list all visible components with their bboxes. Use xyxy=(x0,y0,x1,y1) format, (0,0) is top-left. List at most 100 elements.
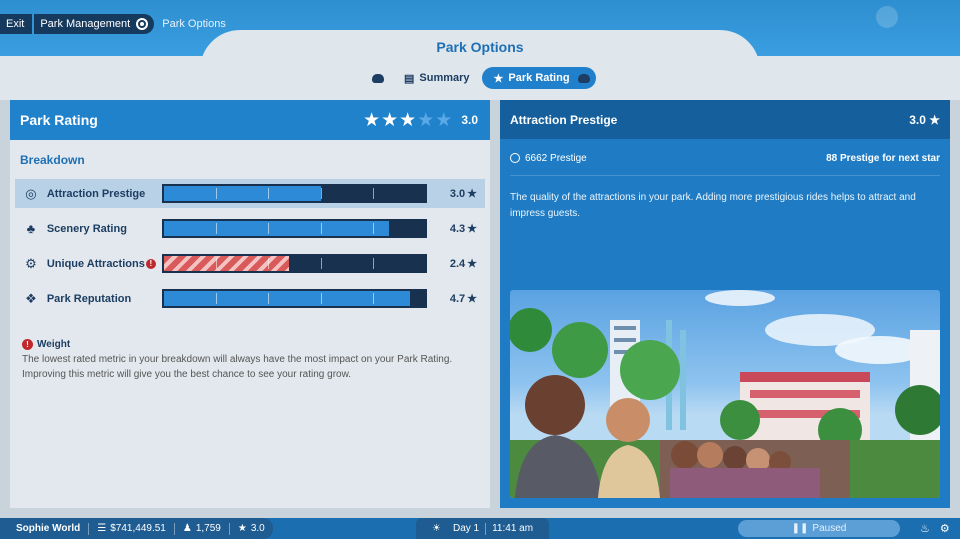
star-icon: ★ xyxy=(467,223,477,235)
warning-icon: ! xyxy=(22,339,33,350)
metric-progress-bar xyxy=(161,254,428,273)
metric-value: 2.4 ★ xyxy=(443,257,477,270)
park-preview-image xyxy=(510,290,940,498)
detail-value: 3.0 ★ xyxy=(909,113,940,127)
metric-label: Scenery Rating xyxy=(47,223,162,235)
metric-label: Park Reputation xyxy=(47,293,162,305)
metric-list: ◎ Attraction Prestige 3.0 ★ ♣ Scenery Rating 4… xyxy=(10,179,490,313)
progress-tick xyxy=(320,293,322,304)
controller-button-icon xyxy=(136,18,149,30)
park-rating-title: Park Rating xyxy=(20,112,98,128)
metric-progress-bar xyxy=(161,289,428,308)
park-management-label: Park Management xyxy=(40,18,131,30)
metric-label-text: Park Reputation xyxy=(46,292,132,305)
star-icon: ★ xyxy=(467,188,477,200)
star-filled-icon: ★ xyxy=(399,109,417,131)
star-icon: ★ xyxy=(237,523,247,534)
park-management-link[interactable]: Park Management xyxy=(34,14,155,34)
divider xyxy=(485,522,487,535)
metric-value: 4.3 ★ xyxy=(443,222,477,235)
metric-progress-fill xyxy=(163,221,389,236)
clipboard-icon: ▤ xyxy=(404,72,415,85)
pause-toggle[interactable]: ❚❚ Paused xyxy=(738,520,900,537)
time-display: ☀ Day 1 11:41 am xyxy=(416,518,550,539)
right-bumper-icon xyxy=(577,73,590,83)
metric-row[interactable]: ❖ Park Reputation 4.7 ★ xyxy=(15,284,485,313)
park-name: Sophie World xyxy=(16,523,81,534)
star-icon: ★ xyxy=(467,258,477,270)
page-title: Park Options xyxy=(436,39,524,55)
star-filled-icon: ★ xyxy=(363,109,381,131)
weight-text-2: Improving this metric will give you the … xyxy=(22,369,352,380)
park-scene-illustration xyxy=(510,290,940,498)
guests-icon: ♟ xyxy=(182,523,192,534)
weight-text-1: The lowest rated metric in your breakdow… xyxy=(22,354,453,365)
divider xyxy=(88,522,90,535)
metric-label-text: Attraction Prestige xyxy=(46,187,146,200)
progress-tick xyxy=(320,258,322,269)
rating-value: 3.0 xyxy=(250,523,265,534)
tab-summary[interactable]: ▤ Summary xyxy=(392,67,482,89)
metric-label-text: Scenery Rating xyxy=(46,222,127,235)
tree-icon: ♣ xyxy=(26,221,36,236)
pause-icon: ❚❚ xyxy=(791,523,809,534)
park-options-crumb: Park Options xyxy=(162,18,226,30)
tab-summary-label: Summary xyxy=(419,72,470,84)
metric-row[interactable]: ♣ Scenery Rating 4.3 ★ xyxy=(15,214,485,243)
progress-tick xyxy=(373,258,374,269)
money-value: $741,449.51 xyxy=(110,523,166,534)
metric-row[interactable]: ⚙ Unique Attractions! 2.4 ★ xyxy=(15,249,485,278)
metric-row[interactable]: ◎ Attraction Prestige 3.0 ★ xyxy=(15,179,485,208)
progress-tick xyxy=(268,293,270,304)
progress-tick xyxy=(373,188,374,199)
metric-progress-fill xyxy=(163,186,321,201)
thermometer-icon[interactable]: ♨ xyxy=(920,522,930,535)
progress-tick xyxy=(373,223,374,234)
metric-progress-bar xyxy=(161,184,428,203)
progress-tick xyxy=(216,293,218,304)
breakdown-title: Breakdown xyxy=(20,153,85,167)
breadcrumb: Exit Park Management Park Options xyxy=(0,14,226,34)
day-value: Day 1 xyxy=(452,523,480,534)
progress-tick xyxy=(216,258,218,269)
prestige-icon xyxy=(510,153,520,163)
progress-tick xyxy=(320,223,322,234)
progress-tick xyxy=(216,223,218,234)
pause-state: Paused xyxy=(812,523,847,534)
metric-label-text: Unique Attractions xyxy=(46,257,145,270)
prestige-row: 6662 Prestige 88 Prestige for next star xyxy=(510,151,940,165)
attraction-prestige-panel: Attraction Prestige 3.0 ★ 6662 Prestige … xyxy=(500,100,950,508)
tab-park-rating[interactable]: ★ Park Rating xyxy=(481,67,596,89)
progress-tick xyxy=(268,258,270,269)
park-rating-value: 3.0 xyxy=(461,113,478,127)
metric-label: Attraction Prestige xyxy=(47,188,162,200)
prestige-amount: 6662 Prestige xyxy=(525,152,587,164)
metric-value: 3.0 ★ xyxy=(443,187,477,200)
star-filled-icon: ★ xyxy=(381,109,399,131)
reputation-icon: ❖ xyxy=(25,290,37,306)
exit-button[interactable]: Exit xyxy=(0,14,33,34)
progress-tick xyxy=(373,293,374,304)
star-empty-icon: ★ xyxy=(417,109,435,131)
progress-tick xyxy=(268,188,270,199)
detail-value-number: 3.0 xyxy=(909,112,926,127)
status-icons: ♨ ⚙ xyxy=(910,518,950,539)
money-icon: ☰ xyxy=(97,523,107,534)
warning-icon: ! xyxy=(145,258,156,269)
park-rating-header: Park Rating ★ ★ ★ ★ ★ 3.0 xyxy=(10,100,490,140)
divider xyxy=(228,522,230,535)
metric-value-number: 4.7 xyxy=(449,293,466,305)
decorative-circle-icon xyxy=(876,6,898,28)
divider xyxy=(173,522,175,535)
settings-gear-icon[interactable]: ⚙ xyxy=(940,522,950,535)
status-bar: Sophie World ☰ $741,449.51 ♟ 1,759 ★ 3.0… xyxy=(0,518,960,539)
left-bumper-icon xyxy=(372,73,384,83)
star-icon: ★ xyxy=(493,72,504,85)
guests-value: 1,759 xyxy=(195,523,221,534)
star-icon: ★ xyxy=(467,293,477,305)
star-rating: ★ ★ ★ ★ ★ xyxy=(363,111,453,130)
divider xyxy=(510,175,940,176)
metric-value-number: 4.3 xyxy=(449,223,466,235)
sun-icon: ☀ xyxy=(432,523,441,534)
prestige-icon: ◎ xyxy=(25,185,37,201)
